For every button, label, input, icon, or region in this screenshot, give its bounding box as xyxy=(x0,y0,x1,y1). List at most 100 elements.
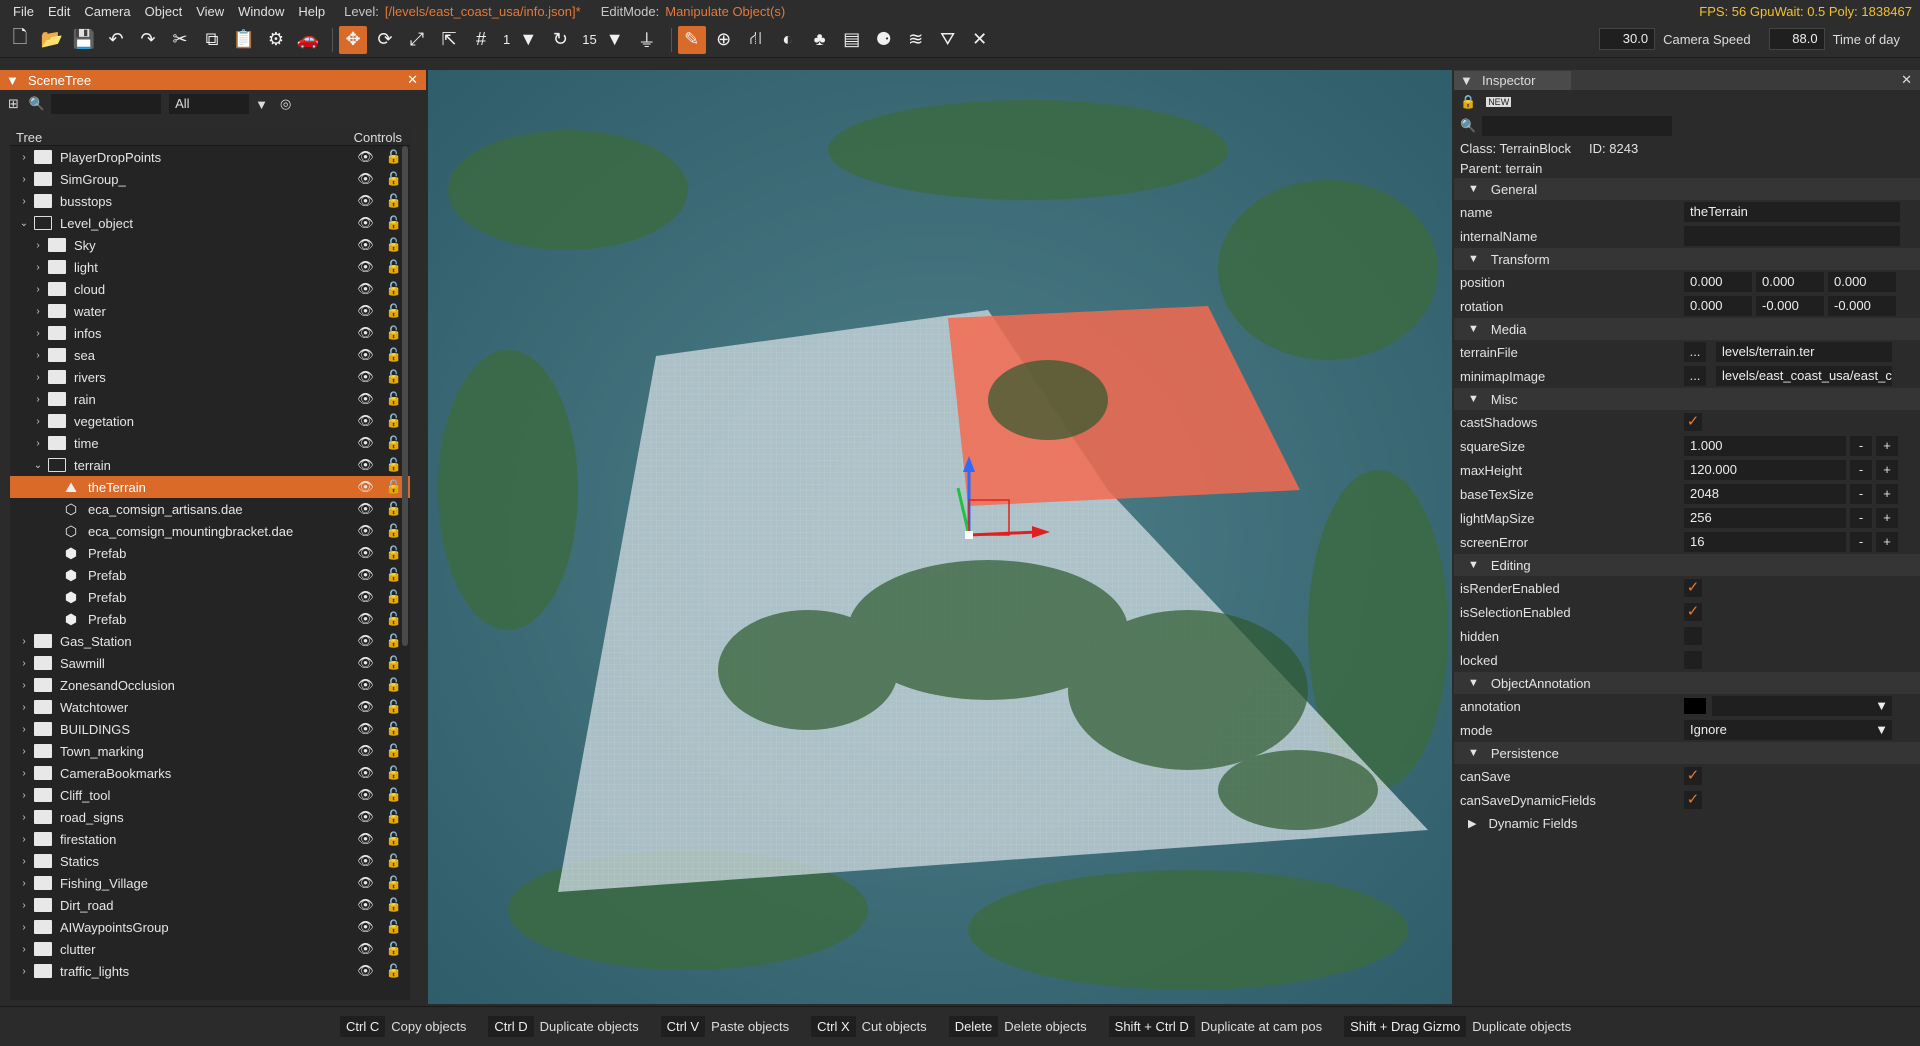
tree-row[interactable]: › Fishing_Village 👁 🔓 xyxy=(10,872,410,894)
chevron-right-icon[interactable]: › xyxy=(18,790,30,801)
eye-icon[interactable]: 👁 xyxy=(357,457,374,473)
lock-icon[interactable]: 🔓 xyxy=(386,347,402,363)
rotation-y-input[interactable]: -0.000 xyxy=(1756,296,1824,316)
lock-icon[interactable]: 🔓 xyxy=(386,941,402,957)
inspector-search-input[interactable] xyxy=(1482,116,1673,136)
lock-icon[interactable]: 🔓 xyxy=(386,897,402,913)
eye-icon[interactable]: 👁 xyxy=(357,215,374,231)
eye-icon[interactable]: 👁 xyxy=(357,303,374,319)
menu-camera[interactable]: Camera xyxy=(77,4,137,19)
section-dynamic-fields[interactable]: ▶ Dynamic Fields xyxy=(1454,812,1920,834)
target-icon[interactable]: ◎ xyxy=(280,96,291,112)
lightmapsize-input[interactable]: 256 xyxy=(1684,508,1846,528)
tree-filter-dropdown[interactable]: All xyxy=(169,94,250,114)
eye-icon[interactable]: 👁 xyxy=(357,325,374,341)
scale-gizmo-icon[interactable]: ⤢ xyxy=(403,26,431,54)
section-objectannotation[interactable]: ▼ ObjectAnnotation xyxy=(1454,672,1920,694)
lock-icon[interactable]: 🔓 xyxy=(386,765,402,781)
chevron-right-icon[interactable]: › xyxy=(18,196,30,207)
eye-icon[interactable]: 👁 xyxy=(357,721,374,737)
increment-button[interactable]: + xyxy=(1876,532,1898,552)
eye-icon[interactable]: 👁 xyxy=(357,391,374,407)
tree-search-input[interactable] xyxy=(51,94,162,114)
camera-speed-input[interactable]: 30.0 xyxy=(1599,28,1656,50)
position-x-input[interactable]: 0.000 xyxy=(1684,272,1752,292)
increment-button[interactable]: + xyxy=(1876,508,1898,528)
chevron-down-icon[interactable]: ⌄ xyxy=(18,218,30,229)
settings-gear-icon[interactable]: ⚙ xyxy=(262,26,290,54)
lock-icon[interactable]: 🔓 xyxy=(386,215,402,231)
layers-icon[interactable]: ▤ xyxy=(838,26,866,54)
eye-icon[interactable]: 👁 xyxy=(357,831,374,847)
chevron-right-icon[interactable]: › xyxy=(18,812,30,823)
eye-icon[interactable]: 👁 xyxy=(357,765,374,781)
chevron-right-icon[interactable]: › xyxy=(18,724,30,735)
maxheight-input[interactable]: 120.000 xyxy=(1684,460,1846,480)
browse-button[interactable]: ... xyxy=(1684,342,1706,362)
tree-row[interactable]: › vegetation 👁 🔓 xyxy=(10,410,410,432)
lock-icon[interactable]: 🔓 xyxy=(386,545,402,561)
chevron-right-icon[interactable]: › xyxy=(18,768,30,779)
eye-icon[interactable]: 👁 xyxy=(357,875,374,891)
chevron-right-icon[interactable]: › xyxy=(18,922,30,933)
lock-icon[interactable]: 🔓 xyxy=(386,699,402,715)
eye-icon[interactable]: 👁 xyxy=(357,677,374,693)
eye-icon[interactable]: 👁 xyxy=(357,919,374,935)
eye-icon[interactable]: 👁 xyxy=(357,787,374,803)
eye-icon[interactable]: 👁 xyxy=(357,853,374,869)
redo-icon[interactable]: ↷ xyxy=(134,26,162,54)
chevron-right-icon[interactable]: › xyxy=(18,702,30,713)
tree-row[interactable]: › Dirt_road 👁 🔓 xyxy=(10,894,410,916)
3d-viewport[interactable] xyxy=(428,70,1452,1004)
tree-row[interactable]: › Cliff_tool 👁 🔓 xyxy=(10,784,410,806)
tree-row[interactable]: › sea 👁 🔓 xyxy=(10,344,410,366)
increment-button[interactable]: + xyxy=(1876,436,1898,456)
lock-icon[interactable]: 🔓 xyxy=(386,963,402,979)
time-of-day-input[interactable]: 88.0 xyxy=(1768,28,1825,50)
section-persistence[interactable]: ▼ Persistence xyxy=(1454,742,1920,764)
eye-icon[interactable]: 👁 xyxy=(357,589,374,605)
lock-icon[interactable]: 🔓 xyxy=(386,281,402,297)
terrain-paint-icon[interactable]: ◐ xyxy=(774,26,802,54)
tree-row[interactable]: ⬢ Prefab 👁 🔓 xyxy=(10,586,410,608)
tree-row[interactable]: › Watchtower 👁 🔓 xyxy=(10,696,410,718)
lock-icon[interactable]: 🔓 xyxy=(386,413,402,429)
section-media[interactable]: ▼ Media xyxy=(1454,318,1920,340)
chevron-right-icon[interactable]: › xyxy=(18,174,30,185)
eye-icon[interactable]: 👁 xyxy=(357,171,374,187)
lock-icon[interactable]: 🔓 xyxy=(386,721,402,737)
section-misc[interactable]: ▼ Misc xyxy=(1454,388,1920,410)
menu-help[interactable]: Help xyxy=(291,4,332,19)
lock-icon[interactable]: 🔓 xyxy=(386,523,402,539)
chevron-right-icon[interactable]: › xyxy=(18,152,30,163)
tree-row[interactable]: › road_signs 👁 🔓 xyxy=(10,806,410,828)
lock-icon[interactable]: 🔓 xyxy=(386,875,402,891)
lock-icon[interactable]: 🔓 xyxy=(386,633,402,649)
eye-icon[interactable]: 👁 xyxy=(357,413,374,429)
tree-row[interactable]: › Sawmill 👁 🔓 xyxy=(10,652,410,674)
annotation-color-swatch[interactable] xyxy=(1684,698,1706,714)
rotate-gizmo-icon[interactable]: ⟳ xyxy=(371,26,399,54)
lock-icon[interactable]: 🔓 xyxy=(386,831,402,847)
eye-icon[interactable]: 👁 xyxy=(357,655,374,671)
lock-icon[interactable]: 🔒 xyxy=(1460,94,1476,110)
eye-icon[interactable]: 👁 xyxy=(357,809,374,825)
eye-icon[interactable]: 👁 xyxy=(357,699,374,715)
eye-icon[interactable]: 👁 xyxy=(357,193,374,209)
tree-row[interactable]: ⌄ terrain 👁 🔓 xyxy=(10,454,410,476)
increment-button[interactable]: + xyxy=(1876,484,1898,504)
tree-scrollbar[interactable] xyxy=(402,146,408,646)
chevron-right-icon[interactable]: › xyxy=(32,306,44,317)
minimapimage-input[interactable]: levels/east_coast_usa/east_co xyxy=(1716,366,1892,386)
tree-row[interactable]: ⬢ Prefab 👁 🔓 xyxy=(10,608,410,630)
lock-icon[interactable]: 🔓 xyxy=(386,787,402,803)
navigation-icon[interactable]: ✕ xyxy=(966,26,994,54)
menu-edit[interactable]: Edit xyxy=(41,4,77,19)
lock-icon[interactable]: 🔓 xyxy=(386,369,402,385)
eye-icon[interactable]: 👁 xyxy=(357,545,374,561)
tree-row[interactable]: › rain 👁 🔓 xyxy=(10,388,410,410)
decrement-button[interactable]: - xyxy=(1850,484,1872,504)
eye-icon[interactable]: 👁 xyxy=(357,963,374,979)
section-general[interactable]: ▼ General xyxy=(1454,178,1920,200)
tree-row[interactable]: › AIWaypointsGroup 👁 🔓 xyxy=(10,916,410,938)
